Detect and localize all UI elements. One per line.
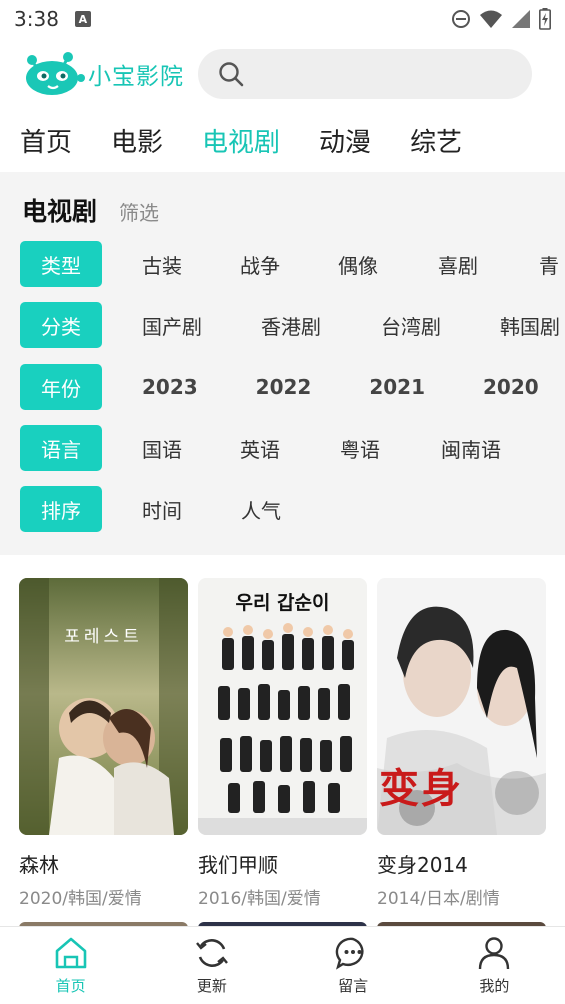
app-name: 小宝影院	[88, 64, 184, 90]
movie-title: 变身2014	[377, 853, 468, 877]
mascot-logo-icon	[26, 52, 85, 95]
wifi-icon	[480, 10, 502, 28]
movie-meta: 2014/日本/剧情	[377, 889, 500, 909]
nav-updates-label: 更新	[196, 977, 227, 995]
filter-row-region: 分类 国产剧 香港剧 台湾剧 韩国剧	[20, 302, 560, 348]
filter-label-genre[interactable]: 类型	[20, 241, 102, 287]
filter-subtitle: 筛选	[119, 201, 160, 225]
user-icon	[479, 937, 510, 970]
tab-movies[interactable]: 电影	[111, 122, 163, 159]
movie-title: 我们甲顺	[198, 853, 278, 877]
dnd-icon	[452, 10, 470, 28]
app-header: 小宝影院	[0, 44, 565, 104]
filter-option[interactable]: 青	[539, 250, 559, 279]
filter-option[interactable]: 偶像	[338, 250, 378, 279]
filter-option[interactable]: 闽南语	[441, 434, 501, 463]
tab-variety[interactable]: 综艺	[410, 122, 462, 159]
search-bar[interactable]	[198, 49, 532, 99]
filter-option[interactable]: 韩国剧	[500, 311, 560, 340]
movie-poster[interactable]: 우리 갑순이	[198, 578, 367, 835]
status-time: 3:38	[14, 7, 59, 31]
filter-option[interactable]: 国产剧	[142, 311, 202, 340]
movie-card[interactable]: 变身 变身2014 2014/日本/剧情	[377, 578, 546, 909]
movie-meta: 2020/韩国/爱情	[19, 889, 142, 909]
bottom-navigation: 首页 更新 留言 我的	[0, 926, 565, 1004]
poster-title: 우리 갑순이	[235, 592, 330, 614]
movie-meta: 2016/韩国/爱情	[198, 889, 321, 909]
nav-messages-label: 留言	[338, 977, 369, 995]
search-input[interactable]	[254, 65, 514, 83]
nav-profile-label: 我的	[479, 977, 510, 995]
filter-option[interactable]: 喜剧	[438, 250, 478, 279]
movie-poster[interactable]: 变身	[377, 578, 546, 835]
nav-profile[interactable]: 我的	[424, 927, 565, 1004]
nav-home-label: 首页	[55, 977, 86, 995]
movie-card[interactable]: 포레스트 森林 2020/韩国/爱情	[19, 578, 188, 909]
filter-label-year[interactable]: 年份	[20, 364, 102, 410]
home-icon	[55, 937, 86, 969]
filter-label-sort[interactable]: 排序	[20, 486, 102, 532]
poster-title: 变身	[379, 766, 463, 812]
app-logo[interactable]: 小宝影院	[22, 48, 184, 100]
tab-tv-series[interactable]: 电视剧	[202, 122, 280, 159]
filter-option[interactable]: 粤语	[340, 434, 380, 463]
search-icon	[219, 62, 244, 87]
movie-poster[interactable]: 포레스트	[19, 578, 188, 835]
filter-option[interactable]: 香港剧	[261, 311, 321, 340]
poster-image	[198, 578, 367, 835]
poster-image	[19, 578, 188, 835]
nav-home[interactable]: 首页	[0, 927, 141, 1004]
filter-row-sort: 排序 时间 人气	[20, 486, 281, 532]
filter-option[interactable]: 2022	[256, 375, 312, 399]
nav-updates[interactable]: 更新	[141, 927, 282, 1004]
filter-option[interactable]: 2023	[142, 375, 198, 399]
filter-option[interactable]: 古装	[142, 250, 182, 279]
movie-card[interactable]: 우리 갑순이 我们甲顺 2016/韩国/爱情	[198, 578, 367, 909]
battery-icon	[539, 8, 551, 30]
filter-option[interactable]: 战争	[240, 250, 280, 279]
filter-option[interactable]: 国语	[142, 434, 182, 463]
filter-panel: 电视剧 筛选 类型 古装 战争 偶像 喜剧 青 分类 国产剧 香港剧 台湾剧 韩…	[0, 172, 565, 555]
filter-row-year: 年份 2023 2022 2021 2020	[20, 364, 539, 410]
filter-option[interactable]: 人气	[241, 495, 281, 524]
movie-title: 森林	[19, 853, 59, 877]
category-tabs: 首页 电影 电视剧 动漫 综艺	[0, 114, 565, 166]
filter-row-language: 语言 国语 英语 粤语 闽南语	[20, 425, 501, 471]
filter-title: 电视剧	[22, 197, 98, 226]
filter-option[interactable]: 2020	[483, 375, 539, 399]
status-icons	[451, 8, 551, 30]
nav-messages[interactable]: 留言	[283, 927, 424, 1004]
filter-row-genre: 类型 古装 战争 偶像 喜剧 青	[20, 241, 559, 287]
filter-label-region[interactable]: 分类	[20, 302, 102, 348]
tab-anime[interactable]: 动漫	[319, 122, 371, 159]
poster-title: 포레스트	[64, 627, 143, 647]
tab-home[interactable]: 首页	[20, 122, 72, 159]
message-icon	[335, 937, 364, 970]
filter-label-language[interactable]: 语言	[20, 425, 102, 471]
filter-header: 电视剧 筛选	[22, 192, 159, 228]
status-bar: 3:38 A	[0, 0, 565, 38]
signal-icon	[512, 10, 530, 28]
filter-option[interactable]: 英语	[240, 434, 280, 463]
refresh-icon	[195, 939, 228, 967]
notification-icon: A	[74, 11, 91, 27]
filter-option[interactable]: 时间	[142, 495, 182, 524]
filter-option[interactable]: 台湾剧	[381, 311, 441, 340]
filter-option[interactable]: 2021	[369, 375, 425, 399]
